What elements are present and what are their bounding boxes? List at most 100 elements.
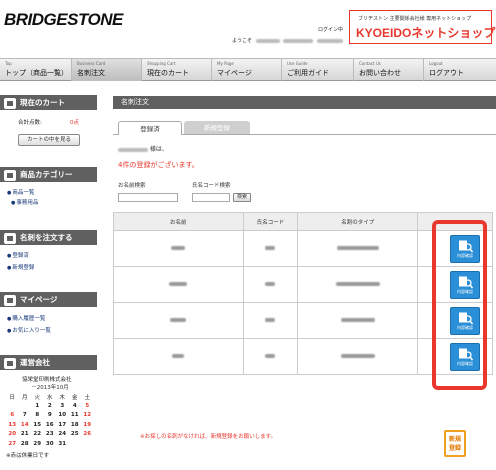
tab-new-registration[interactable]: 新規登録 xyxy=(184,121,250,135)
business-card-icon xyxy=(4,232,16,244)
cell-action: 内容確認 xyxy=(417,302,493,339)
view-details-button[interactable]: 内容確認 xyxy=(450,270,480,299)
cell-type xyxy=(297,266,419,303)
cell-action: 内容確認 xyxy=(417,338,493,375)
cart-total-label: 合計点数: xyxy=(18,120,42,126)
cart-icon xyxy=(4,97,16,109)
tab-registered[interactable]: 登録済 xyxy=(118,121,182,135)
weekday-label: 水 xyxy=(46,395,53,401)
sidebar-item-registered[interactable]: 登録済 xyxy=(7,251,29,259)
column-header-code: 氏名コード xyxy=(242,212,299,231)
new-registration-note: ※お探しの名刺がなければ、新規登録をお願いします。 xyxy=(140,434,277,440)
nav-shopping-cart[interactable]: Shopping Cart 現在のカート xyxy=(142,59,212,81)
sidebar-item-favorites[interactable]: お気に入り一覧 xyxy=(7,326,51,334)
sidebar-item-product-list[interactable]: 商品一覧 xyxy=(7,188,34,196)
calendar-day: 18 xyxy=(70,421,79,428)
welcome-text: ようこそ xyxy=(232,37,343,44)
calendar-weekdays: 日 月 火 水 木 金 土 xyxy=(6,393,94,403)
weekday-label: 金 xyxy=(71,395,78,401)
user-name-redacted xyxy=(255,38,280,43)
magnifier-icon xyxy=(459,312,473,324)
calendar-day: 7 xyxy=(22,412,27,418)
nav-use-guide[interactable]: Use Guide ご利用ガイド xyxy=(282,59,354,81)
sidebar-cards-heading: 名刺を注文する xyxy=(0,230,97,245)
cell-action: 内容確認 xyxy=(417,266,493,303)
sidebar-cart-heading: 現在のカート xyxy=(0,95,97,110)
calendar-day: 22 xyxy=(33,431,42,437)
holiday-note: ※赤は休業日です xyxy=(6,453,50,459)
calendar-day: 29 xyxy=(33,440,42,447)
user-name-redacted xyxy=(316,38,343,43)
column-header-type: 名刺のタイプ xyxy=(297,212,419,231)
cell-name xyxy=(113,230,244,267)
calendar-day: 23 xyxy=(45,431,54,437)
column-header-name: お名前 xyxy=(113,212,244,231)
holiday-calendar: －2013年10月 日 月 火 水 木 金 土 1 2 3 4 5 6 7 8 … xyxy=(6,383,94,459)
category-icon xyxy=(4,169,16,181)
search-button[interactable]: 検索 xyxy=(233,193,251,202)
sidebar-mypage-heading: マイページ xyxy=(0,292,97,307)
view-details-button[interactable]: 内容確認 xyxy=(450,342,480,371)
sidebar-item-office-supplies[interactable]: 事務用品 xyxy=(11,198,38,206)
nav-my-page[interactable]: My Page マイページ xyxy=(212,59,282,81)
cell-code xyxy=(242,266,299,303)
weekday-label: 土 xyxy=(84,395,90,401)
bridgestone-logo[interactable]: BRIDGESTONE xyxy=(4,10,123,30)
calendar-day: 8 xyxy=(35,412,40,418)
calendar-day: 16 xyxy=(45,421,54,428)
code-search-input[interactable] xyxy=(192,193,230,202)
table-row: 内容確認 xyxy=(113,338,493,375)
calendar-day: 24 xyxy=(58,431,67,437)
calendar-day: 21 xyxy=(20,431,29,437)
cell-type xyxy=(297,230,419,267)
calendar-day: 3 xyxy=(60,402,65,409)
calendar-day-holiday: 20 xyxy=(8,431,17,437)
calendar-day: 25 xyxy=(70,431,79,437)
view-details-button[interactable]: 内容確認 xyxy=(450,234,480,263)
cell-action: 内容確認 xyxy=(417,230,493,267)
table-row: 内容確認 xyxy=(113,302,493,339)
nav-logout[interactable]: Logout ログアウト xyxy=(424,59,496,81)
calendar-day-holiday: 13 xyxy=(8,421,17,428)
sidebar-company-heading: 運営会社 xyxy=(0,355,97,370)
cell-type xyxy=(297,338,419,375)
view-cart-button[interactable]: カートの中を見る xyxy=(18,134,80,146)
cell-name xyxy=(113,266,244,303)
calendar-day xyxy=(81,441,94,451)
sidebar-item-new-registration[interactable]: 新規登録 xyxy=(7,263,34,271)
calendar-day: 11 xyxy=(70,412,79,418)
weekday-label: 月 xyxy=(21,395,28,401)
calendar-day: 4 xyxy=(72,402,77,409)
magnifier-icon xyxy=(459,240,473,252)
name-search-input[interactable] xyxy=(118,193,178,202)
nav-contact[interactable]: Contact Us お問い合わせ xyxy=(354,59,424,81)
view-details-button[interactable]: 内容確認 xyxy=(450,306,480,335)
table-row: 内容確認 xyxy=(113,266,493,303)
cart-total-value: 0点 xyxy=(70,120,79,126)
registration-count-message: 4件の登録がございます。 xyxy=(118,161,199,169)
shop-brand-banner[interactable]: ブリヂストン 主要関係会社様 専用ネットショップ KYOEIDOネットショップ xyxy=(349,10,496,44)
calendar-day: 17 xyxy=(58,421,67,428)
calendar-day-holiday: 27 xyxy=(8,440,17,447)
brand-title: KYOEIDOネットショップ xyxy=(356,26,496,40)
calendar-day-holiday: 12 xyxy=(83,412,92,418)
cell-name xyxy=(113,338,244,375)
calendar-day: 15 xyxy=(33,421,42,428)
calendar-day: 1 xyxy=(35,402,40,409)
registered-cards-table: お名前 氏名コード 名刺のタイプ 内容確認 内容確認 内容確認 内容確認 xyxy=(113,212,493,375)
calendar-day-holiday: 14 xyxy=(20,421,29,428)
calendar-day-holiday: 26 xyxy=(83,431,92,437)
new-registration-button[interactable]: 新規 登録 xyxy=(444,430,466,457)
calendar-day: 2 xyxy=(47,402,52,409)
calendar-week: 1 2 3 4 5 xyxy=(6,403,94,413)
calendar-day xyxy=(19,403,32,413)
cell-name xyxy=(113,302,244,339)
calendar-day: 30 xyxy=(45,440,54,447)
sidebar-item-purchase-history[interactable]: 購入履歴一覧 xyxy=(7,314,45,322)
nav-business-card[interactable]: Business Card 名刺注文 xyxy=(72,59,142,81)
calendar-day-holiday: 6 xyxy=(10,412,15,418)
column-header-action xyxy=(417,212,493,231)
nav-top[interactable]: Top トップ（商品一覧） xyxy=(0,59,72,81)
calendar-day xyxy=(69,441,82,451)
company-name: 協栄堂印刷株式会社 xyxy=(22,377,72,383)
